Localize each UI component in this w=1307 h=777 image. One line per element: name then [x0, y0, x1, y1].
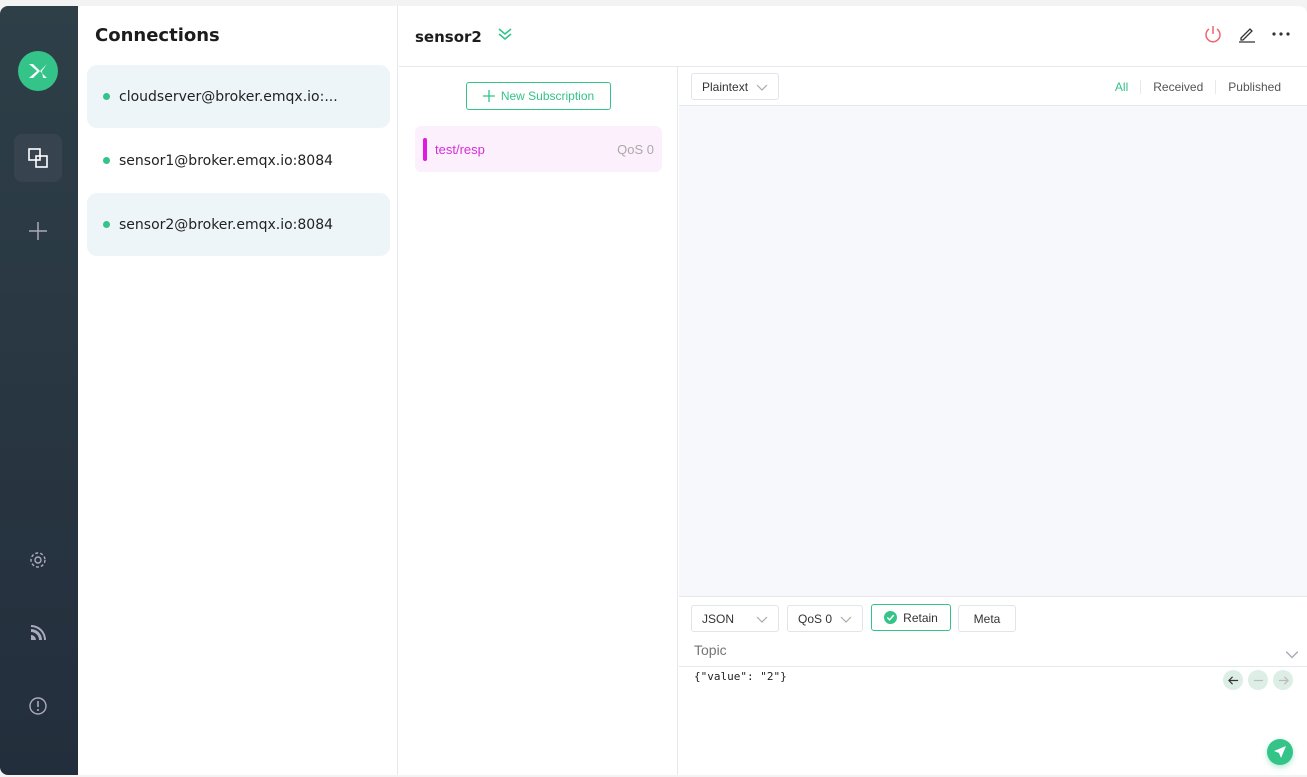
format-value: Plaintext	[702, 79, 749, 94]
messages-panel: Plaintext All Received Published JSON Qo…	[679, 67, 1307, 775]
nav-log[interactable]	[14, 609, 62, 657]
edit-button[interactable]	[1237, 24, 1257, 49]
feed-icon	[31, 625, 46, 640]
connection-item[interactable]: sensor1@broker.emqx.io:8084	[87, 129, 390, 192]
retain-checkbox[interactable]: Retain	[871, 604, 951, 631]
divider	[679, 666, 1307, 667]
subscriptions-panel: New Subscription test/resp QoS 0	[399, 67, 678, 775]
nav-settings[interactable]	[14, 536, 62, 584]
payload-history-nav	[1223, 670, 1293, 690]
power-icon	[1205, 26, 1221, 43]
status-dot	[103, 221, 110, 228]
arrow-right-icon	[1278, 675, 1289, 685]
nav-about[interactable]	[14, 682, 62, 730]
info-icon	[29, 697, 47, 715]
new-subscription-label: New Subscription	[500, 89, 595, 103]
more-icon	[1272, 32, 1290, 36]
subscription-topic: test/resp	[435, 141, 485, 157]
subscription-qos: QoS 0	[617, 141, 654, 157]
chevron-down-icon	[756, 616, 768, 623]
connections-title: Connections	[95, 25, 220, 46]
topic-input[interactable]	[694, 642, 1274, 658]
main-panel: sensor2 New Subscription test/resp QoS 0	[399, 6, 1307, 775]
nav-connections[interactable]	[14, 134, 62, 182]
payload-format-select[interactable]: JSON	[691, 605, 779, 632]
message-format-select[interactable]: Plaintext	[691, 73, 779, 100]
filter-published[interactable]: Published	[1215, 80, 1293, 94]
connection-label: cloudserver@broker.emqx.io:...	[119, 88, 338, 105]
chevron-down-icon	[840, 616, 852, 623]
expand-button[interactable]	[497, 26, 513, 47]
plus-icon	[482, 90, 495, 102]
gear-icon	[30, 552, 46, 568]
status-dot	[103, 93, 110, 100]
disconnect-button[interactable]	[1203, 24, 1223, 49]
connection-item[interactable]: sensor2@broker.emqx.io:8084	[87, 193, 390, 256]
chevron-down-icon	[756, 84, 768, 91]
app-window: Connections cloudserver@broker.emqx.io:.…	[0, 6, 1307, 775]
filter-received[interactable]: Received	[1140, 80, 1215, 94]
qos-value: QoS 0	[798, 611, 833, 626]
qos-select[interactable]: QoS 0	[787, 605, 863, 632]
more-button[interactable]	[1271, 24, 1291, 49]
message-filter-tabs: All Received Published	[1103, 80, 1293, 94]
connections-icon	[28, 148, 48, 168]
topic-color-bar	[423, 137, 427, 161]
payload-format-value: JSON	[702, 611, 735, 626]
publish-area: JSON QoS 0 Retain Meta {"value": "2"}	[679, 596, 1307, 775]
double-chevron-down-icon	[498, 28, 512, 41]
status-dot	[103, 157, 110, 164]
meta-button[interactable]: Meta	[958, 605, 1016, 632]
nav-new-connection[interactable]	[14, 207, 62, 255]
filter-all[interactable]: All	[1103, 80, 1140, 94]
history-reset-button[interactable]	[1248, 670, 1268, 690]
connection-label: sensor1@broker.emqx.io:8084	[119, 152, 334, 169]
mqttx-logo	[18, 51, 58, 91]
left-nav-bar	[0, 6, 78, 775]
minus-icon	[1253, 679, 1263, 681]
payload-editor[interactable]: {"value": "2"}	[694, 670, 787, 683]
plus-icon	[29, 222, 47, 240]
retain-label: Retain	[903, 610, 938, 625]
check-circle-icon	[884, 611, 898, 624]
new-subscription-button[interactable]: New Subscription	[466, 82, 611, 110]
connection-title: sensor2	[415, 28, 482, 46]
message-list	[679, 106, 1307, 596]
history-next-button[interactable]	[1273, 670, 1293, 690]
edit-icon	[1239, 28, 1255, 43]
connection-item[interactable]: cloudserver@broker.emqx.io:...	[87, 65, 390, 128]
chevron-down-icon[interactable]	[1285, 647, 1299, 661]
send-icon	[1274, 746, 1286, 758]
message-toolbar: Plaintext All Received Published	[679, 67, 1307, 106]
connections-panel: Connections cloudserver@broker.emqx.io:.…	[78, 6, 398, 775]
connection-header: sensor2	[399, 6, 1307, 67]
arrow-left-icon	[1227, 675, 1238, 685]
send-button[interactable]	[1267, 739, 1293, 765]
subscription-item[interactable]: test/resp QoS 0	[415, 126, 662, 172]
history-prev-button[interactable]	[1223, 670, 1243, 690]
connection-label: sensor2@broker.emqx.io:8084	[119, 216, 334, 233]
